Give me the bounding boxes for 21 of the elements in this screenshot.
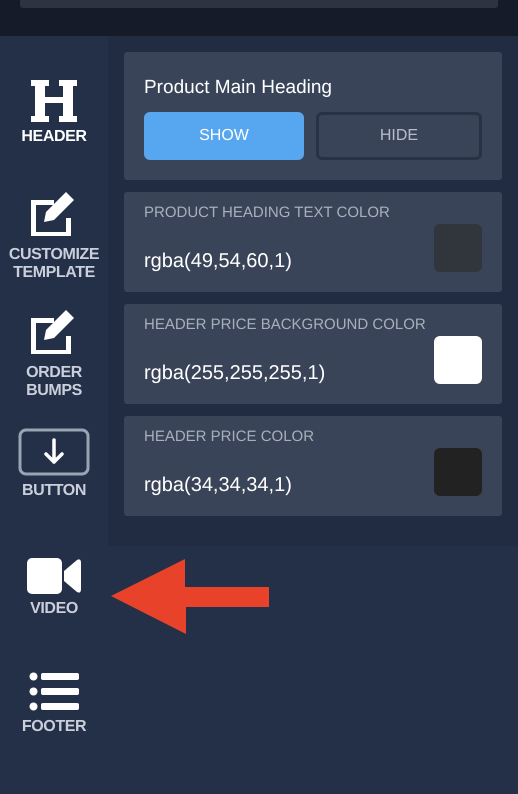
color-swatch[interactable] <box>434 448 482 496</box>
color-value: rgba(34,34,34,1) <box>144 473 293 498</box>
sidebar-item[interactable]: BUTTON <box>0 410 108 528</box>
field-label: HEADER PRICE BACKGROUND COLOR <box>144 316 426 334</box>
card-title: Product Main Heading <box>144 76 333 100</box>
color-swatch[interactable] <box>434 224 482 272</box>
field-label: HEADER PRICE COLOR <box>144 428 314 446</box>
heading-icon <box>31 80 77 122</box>
list-icon <box>29 672 79 712</box>
color-value: rgba(49,54,60,1) <box>144 249 293 274</box>
sidebar-item[interactable]: HEADER <box>0 56 108 174</box>
sidebar-item[interactable]: FOOTER <box>0 646 108 764</box>
sidebar-item[interactable]: VIDEO <box>0 528 108 646</box>
color-swatch[interactable] <box>434 336 482 384</box>
download-button-icon <box>18 428 90 476</box>
sidebar-item[interactable]: CUSTOMIZE TEMPLATE <box>0 174 108 292</box>
video-camera-icon <box>27 558 81 594</box>
sidebar-item[interactable]: ORDER BUMPS <box>0 292 108 410</box>
field-label: PRODUCT HEADING TEXT COLOR <box>144 204 390 222</box>
toggle-option[interactable]: HIDE <box>316 112 482 160</box>
color-value: rgba(255,255,255,1) <box>144 361 326 386</box>
